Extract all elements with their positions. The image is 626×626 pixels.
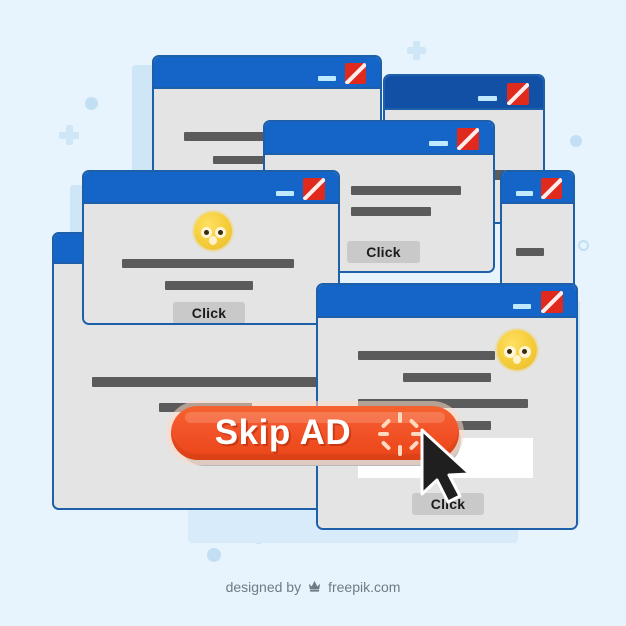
close-icon[interactable] <box>457 128 479 150</box>
content-line <box>92 377 322 387</box>
window-titlebar[interactable] <box>385 76 543 110</box>
deco-dot-top-left <box>85 97 98 110</box>
minimize-icon[interactable] <box>513 304 531 309</box>
surprised-face-icon <box>497 330 537 370</box>
window-titlebar[interactable] <box>502 172 573 204</box>
deco-ring-right <box>578 240 589 251</box>
skip-ad-button-wrapper: Skip AD <box>166 401 464 466</box>
freepik-crown-icon <box>307 578 322 596</box>
minimize-icon[interactable] <box>276 191 294 196</box>
deco-plus-left <box>59 125 79 145</box>
content-line <box>516 248 544 256</box>
click-burst <box>378 412 422 456</box>
content-line <box>122 259 294 268</box>
minimize-icon[interactable] <box>516 191 533 196</box>
close-icon[interactable] <box>541 291 563 313</box>
window-content: Click <box>84 204 338 323</box>
click-button[interactable]: Click <box>347 241 420 263</box>
content-line <box>403 373 491 382</box>
close-icon[interactable] <box>507 83 529 105</box>
content-line <box>351 186 461 195</box>
close-icon[interactable] <box>303 178 325 200</box>
content-line <box>358 351 495 360</box>
deco-dot-bottom <box>207 548 221 562</box>
footer-brand: freepik.com <box>328 579 401 595</box>
content-line <box>351 207 431 216</box>
illustration-canvas: Click Click Click Skip AD designed by fr… <box>0 0 626 626</box>
popup-window-left-emoji[interactable]: Click <box>82 170 340 325</box>
mouse-cursor <box>420 428 472 504</box>
close-icon[interactable] <box>541 178 562 199</box>
minimize-icon[interactable] <box>318 76 336 81</box>
close-icon[interactable] <box>345 63 366 84</box>
click-button[interactable]: Click <box>173 302 245 323</box>
deco-plus-top <box>407 41 426 60</box>
deco-dot-right <box>570 135 582 147</box>
content-line <box>165 281 253 290</box>
window-titlebar[interactable] <box>84 172 338 204</box>
footer-credit: designed by freepik.com <box>0 578 626 596</box>
minimize-icon[interactable] <box>429 141 448 146</box>
surprised-face-icon <box>194 212 232 250</box>
window-titlebar[interactable] <box>154 57 380 89</box>
footer-prefix: designed by <box>225 579 302 595</box>
minimize-icon[interactable] <box>478 96 497 101</box>
window-titlebar[interactable] <box>318 285 576 318</box>
deco-ring-bottom <box>253 533 264 544</box>
window-titlebar[interactable] <box>265 122 493 155</box>
